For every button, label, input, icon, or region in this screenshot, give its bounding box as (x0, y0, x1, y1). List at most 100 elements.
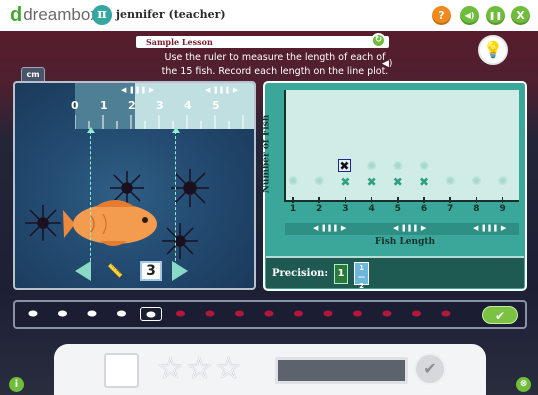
plot-x-mark-icon[interactable]: ✖ (365, 176, 378, 189)
speaker-icon[interactable]: ◀) (382, 59, 392, 69)
plot-x-mark-icon[interactable]: ✖ (418, 176, 431, 189)
precision-half-button[interactable]: 1 ― 2 (354, 262, 369, 290)
empty-slot-icon[interactable]: ✺ (496, 175, 509, 188)
help-button[interactable]: ? (432, 6, 451, 25)
plot-scroll-right[interactable]: ◀ ❚❚❚ ▶ (473, 224, 506, 232)
guide-arrow-icon (172, 127, 180, 133)
next-arrow-icon[interactable] (172, 261, 188, 281)
user-name: jennifer (teacher) (116, 8, 226, 21)
plot-scrollbar[interactable]: ◀ ❚❚❚ ▶ ◀ ❚❚❚ ▶ ◀ ❚❚❚ ▶ (285, 223, 519, 235)
ruler[interactable]: 0 1 2 3 4 5 ◀ ❚❚❚ ▶ ◀ ❚❚❚ ▶ (71, 83, 254, 129)
previous-arrow-icon[interactable] (75, 261, 91, 281)
x-tick-label: 3 (342, 204, 349, 214)
star-icon: ☆ (157, 351, 184, 386)
precision-whole-button[interactable]: 1 (334, 264, 348, 284)
ruler-icon: 📏 (107, 264, 124, 279)
plot-scroll-mid[interactable]: ◀ ❚❚❚ ▶ (393, 224, 426, 232)
left-guide-line[interactable] (90, 131, 91, 271)
pi-avatar-icon: π (92, 5, 112, 25)
tray-fish-icon[interactable]: ⬬ (140, 307, 162, 321)
info-button[interactable]: i (9, 377, 24, 392)
ruler-number: 5 (212, 99, 220, 112)
current-mark-icon[interactable]: ✖ (337, 159, 351, 173)
hint-lightbulb-button[interactable]: 💡 (478, 35, 508, 65)
replay-icon[interactable]: ↻ (371, 33, 386, 48)
pause-button[interactable]: ❚❚ (486, 6, 505, 25)
sound-button[interactable]: ◀) (460, 6, 479, 25)
submit-check-button[interactable]: ✔ (482, 306, 518, 324)
empty-slot-icon[interactable]: ✺ (444, 175, 457, 188)
x-tick-mark (475, 197, 478, 203)
x-tick-mark (397, 197, 399, 203)
x-tick-mark (318, 197, 320, 203)
x-tick-mark (370, 197, 373, 203)
x-tick-mark (292, 197, 294, 203)
empty-slot-icon[interactable]: ✺ (287, 175, 300, 188)
x-tick-label: 7 (447, 204, 454, 214)
close-button[interactable]: X (511, 6, 530, 25)
precision-label: Precision: (272, 268, 329, 279)
urchin-icon (162, 223, 198, 259)
x-tick-label: 6 (420, 204, 428, 214)
tray-fish-icon[interactable]: ⬬ (406, 307, 428, 321)
precision-bar: Precision: 1 1 ― 2 (266, 256, 524, 290)
tray-fish-icon[interactable]: ⬬ (111, 307, 133, 321)
x-axis (285, 200, 519, 202)
x-axis-label: Fish Length (374, 237, 436, 247)
tray-fish-icon[interactable]: ⬬ (317, 307, 339, 321)
x-tick-label: 9 (499, 204, 506, 214)
x-tick-label: 1 (289, 204, 297, 214)
exit-button[interactable]: ⊗ (516, 377, 531, 392)
tray-fish-icon[interactable]: ⬬ (376, 307, 398, 321)
empty-slot-icon[interactable]: ✺ (418, 160, 431, 173)
fish-icon (63, 200, 157, 246)
line-plot-panel: Number of Fish 123456789 ✺✺✖✺✖✖✺✖✺✖✺✺✺✺ … (261, 81, 527, 291)
urchin-icon (171, 169, 209, 207)
tray-fish-icon[interactable]: ⬬ (22, 307, 44, 321)
instruction-text: Use the ruler to measure the length of e… (161, 52, 389, 77)
unit-tab[interactable]: cm (21, 67, 45, 81)
x-tick-label: 8 (473, 204, 480, 214)
empty-slot-icon[interactable]: ✺ (470, 175, 483, 188)
empty-slot-icon[interactable]: ✺ (313, 175, 326, 188)
lesson-title: Sample Lesson (146, 37, 213, 47)
tray-fish-icon[interactable]: ⬬ (52, 307, 74, 321)
ruler-number: 2 (128, 99, 136, 112)
bottom-console: ☆ ☆ ☆ ✔ (54, 344, 486, 395)
x-tick-mark (501, 197, 504, 203)
tray-fish-icon[interactable]: ⬬ (229, 307, 251, 321)
tray-fish-icon[interactable]: ⬬ (170, 307, 192, 321)
measuring-panel: 0 1 2 3 4 5 ◀ ❚❚❚ ▶ ◀ ❚❚❚ ▶ 📏 3 (13, 81, 256, 290)
fish-tray: ⬬ ⬬ ⬬ ⬬ ⬬ ⬬ ⬬ ⬬ ⬬ ⬬ ⬬ ⬬ ⬬ ⬬ ⬬ ✔ (13, 300, 527, 329)
check-dial-icon[interactable]: ✔ (414, 353, 446, 385)
tray-fish-icon[interactable]: ⬬ (435, 307, 457, 321)
empty-slot-icon[interactable]: ✺ (365, 160, 378, 173)
tray-fish-icon[interactable]: ⬬ (347, 307, 369, 321)
x-tick-label: 4 (368, 204, 375, 214)
logo-word: dreambox (23, 5, 99, 24)
right-guide-line[interactable] (175, 131, 176, 271)
plot-x-mark-icon[interactable]: ✖ (339, 176, 352, 189)
guide-arrow-icon (87, 127, 95, 133)
logo-mark: d (10, 4, 23, 26)
tray-fish-icon[interactable]: ⬬ (81, 307, 103, 321)
urchin-icon (110, 171, 144, 205)
ruler-number: 4 (184, 99, 192, 112)
tray-fish-icon[interactable]: ⬬ (258, 307, 280, 321)
ruler-scroll-right[interactable]: ◀ ❚❚❚ ▶ (205, 86, 238, 94)
top-bar: d dreambox π jennifer (teacher) ? ◀) ❚❚ … (0, 0, 538, 31)
x-tick-label: 5 (394, 204, 401, 214)
tray-fish-icon[interactable]: ⬬ (199, 307, 221, 321)
tray-fish-icon[interactable]: ⬬ (288, 307, 310, 321)
x-tick-mark (449, 197, 451, 203)
x-tick-mark (423, 197, 425, 203)
measurement-value: 3 (140, 261, 162, 281)
plot-scroll-left[interactable]: ◀ ❚❚❚ ▶ (313, 224, 346, 232)
plot-x-mark-icon[interactable]: ✖ (391, 176, 404, 189)
urchin-icon (25, 205, 61, 241)
empty-slot-icon[interactable]: ✺ (391, 160, 404, 173)
ruler-scroll-left[interactable]: ◀ ❚❚❚ ▶ (121, 86, 154, 94)
x-tick-label: 2 (316, 204, 323, 214)
ruler-number: 3 (156, 99, 164, 112)
lesson-banner: Sample Lesson (136, 36, 389, 48)
